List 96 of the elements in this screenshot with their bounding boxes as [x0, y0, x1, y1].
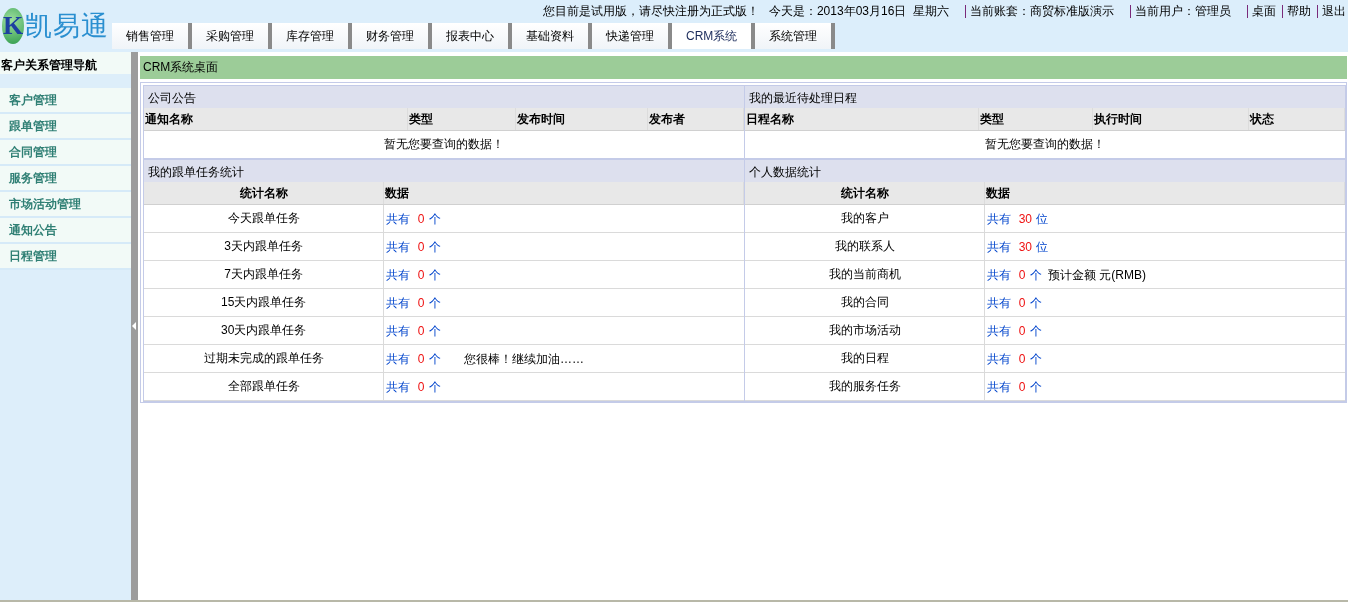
count-unit: 个	[428, 268, 441, 282]
count-text: 共有	[987, 324, 1012, 338]
nav-tab[interactable]: 库存管理	[272, 23, 352, 49]
count-text: 共有	[987, 352, 1012, 366]
page-title: CRM系统桌面	[140, 56, 1347, 79]
table-cell: 我的日程	[745, 344, 985, 373]
count-value: 0	[417, 324, 425, 338]
nav-tab[interactable]: 系统管理	[755, 23, 836, 49]
count-unit: 位	[1036, 240, 1049, 254]
column-header: 发布时间	[515, 108, 648, 131]
table-cell: 我的合同	[745, 288, 985, 317]
table-cell: 3天内跟单任务	[144, 232, 384, 261]
sidebar-title: 客户关系管理导航	[0, 52, 131, 74]
count-value: 0	[1018, 268, 1026, 282]
count-unit: 个	[1029, 380, 1042, 394]
count-text: 共有	[987, 268, 1012, 282]
date-text: 今天是：2013年03月16日 星期六	[768, 2, 949, 20]
header-link[interactable]: 桌面	[1252, 2, 1276, 20]
nav-tab[interactable]: 财务管理	[352, 23, 432, 49]
logo-text: 凯易通	[25, 10, 109, 43]
column-header: 通知名称	[144, 108, 408, 131]
header-info: 当前账套：商贸标准版演示	[970, 2, 1114, 20]
count-unit: 个	[1029, 268, 1042, 282]
count-unit: 个	[428, 240, 441, 254]
count-unit: 个	[428, 380, 441, 394]
nav-tab[interactable]: 销售管理	[112, 23, 192, 49]
count-value: 0	[1018, 296, 1026, 310]
count-unit: 个	[428, 324, 441, 338]
count-unit: 个	[1029, 324, 1042, 338]
column-header: 统计名称	[745, 182, 985, 205]
column-header: 数据	[383, 182, 744, 205]
logo-mark: K	[2, 8, 24, 44]
count-unit: 位	[1036, 212, 1049, 226]
section-title: 我的最近待处理日程	[745, 86, 1345, 108]
trial-notice: 您目前是试用版，请尽快注册为正式版！	[542, 2, 759, 20]
count-text: 共有	[386, 268, 411, 282]
count-value: 0	[1018, 352, 1026, 366]
count-value: 0	[417, 212, 425, 226]
column-header: 日程名称	[745, 108, 979, 131]
table-cell: 我的服务任务	[745, 372, 985, 401]
column-header: 发布者	[647, 108, 744, 131]
count-value: 0	[1018, 324, 1026, 338]
count-text: 共有	[386, 296, 411, 310]
table-cell: 7天内跟单任务	[144, 260, 384, 289]
column-header: 类型	[978, 108, 1093, 131]
section-title: 公司公告	[144, 86, 744, 108]
column-header: 数据	[984, 182, 1345, 205]
table-cell: 15天内跟单任务	[144, 288, 384, 317]
count-text: 共有	[987, 380, 1012, 394]
count-text: 共有	[386, 324, 411, 338]
count-value: 0	[417, 240, 425, 254]
count-text: 共有	[987, 212, 1012, 226]
note-text: 预计金额 元(RMB)	[1048, 268, 1146, 282]
count-text: 共有	[386, 212, 411, 226]
count-text: 共有	[987, 296, 1012, 310]
nav-tab[interactable]: 报表中心	[432, 23, 512, 49]
table-cell: 全部跟单任务	[144, 372, 384, 401]
header-info: 当前用户：管理员	[1135, 2, 1231, 20]
section-title: 我的跟单任务统计	[144, 160, 744, 182]
table-cell: 过期未完成的跟单任务	[144, 344, 384, 373]
header-link[interactable]: 帮助	[1287, 2, 1311, 20]
empty-message: 暂无您要查询的数据！	[745, 130, 1345, 158]
count-unit: 个	[428, 212, 441, 226]
count-value: 30	[1018, 212, 1032, 226]
nav-tab[interactable]: 基础资料	[512, 23, 592, 49]
section-title: 个人数据统计	[745, 160, 1345, 182]
count-value: 0	[417, 268, 425, 282]
count-unit: 个	[428, 296, 441, 310]
column-header: 统计名称	[144, 182, 384, 205]
nav-tab[interactable]: CRM系统	[672, 23, 756, 49]
count-text: 共有	[987, 240, 1012, 254]
count-value: 0	[417, 380, 425, 394]
table-cell: 我的客户	[745, 204, 985, 233]
count-text: 共有	[386, 352, 411, 366]
count-unit: 个	[1029, 352, 1042, 366]
empty-message: 暂无您要查询的数据！	[144, 130, 744, 158]
count-unit: 个	[1029, 296, 1042, 310]
column-header: 状态	[1248, 108, 1345, 131]
count-text: 共有	[386, 240, 411, 254]
nav-tab[interactable]: 快递管理	[592, 23, 672, 49]
nav-tab[interactable]: 采购管理	[192, 23, 272, 49]
count-value: 0	[417, 296, 425, 310]
count-value: 0	[417, 352, 425, 366]
count-value: 0	[1018, 380, 1026, 394]
table-cell: 我的市场活动	[745, 316, 985, 345]
count-value: 30	[1018, 240, 1032, 254]
table-cell: 我的联系人	[745, 232, 985, 261]
column-header: 执行时间	[1092, 108, 1249, 131]
table-cell: 今天跟单任务	[144, 204, 384, 233]
header-link[interactable]: 退出	[1322, 2, 1346, 20]
count-text: 共有	[386, 380, 411, 394]
count-unit: 个	[428, 352, 441, 366]
table-cell: 30天内跟单任务	[144, 316, 384, 345]
note-text: 您很棒！继续加油……	[464, 352, 584, 366]
table-cell: 我的当前商机	[745, 260, 985, 289]
column-header: 类型	[407, 108, 516, 131]
